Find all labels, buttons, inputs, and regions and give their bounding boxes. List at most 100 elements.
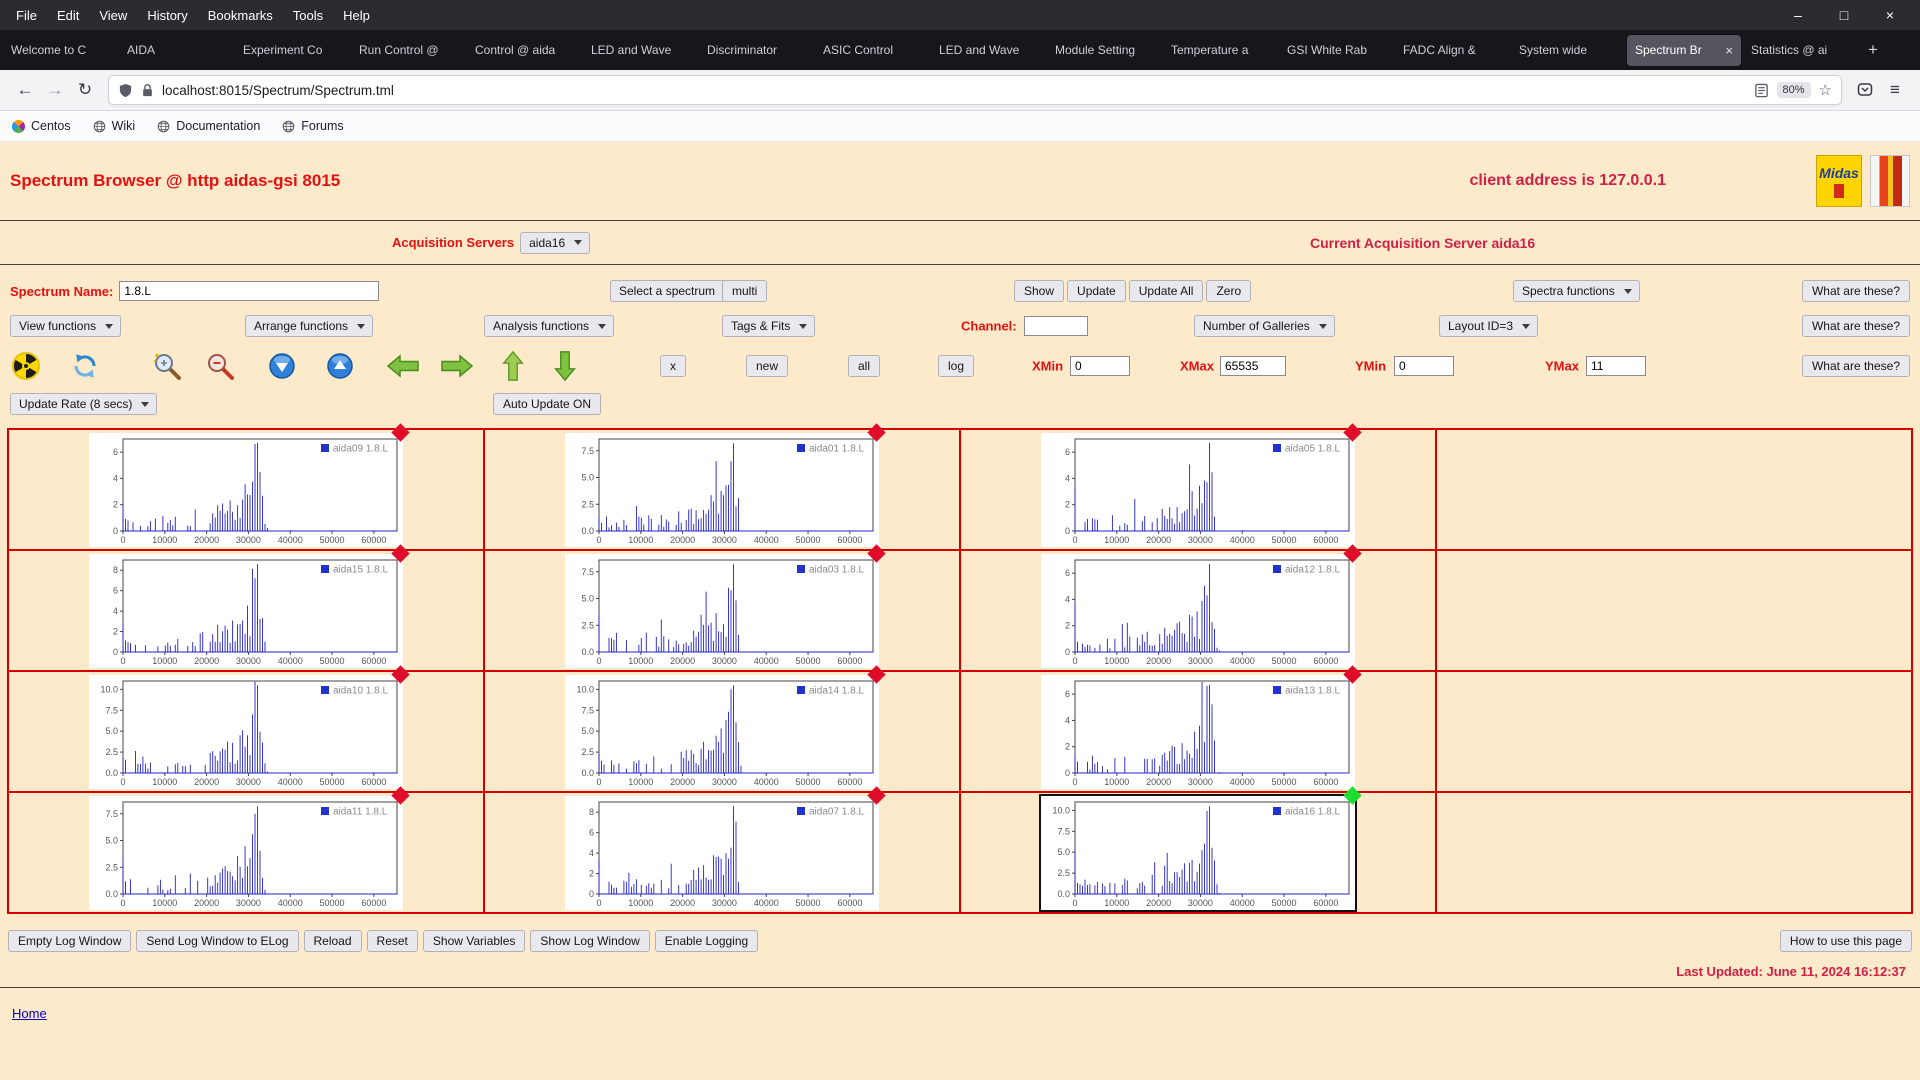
back-button[interactable]: ← xyxy=(10,75,40,105)
menu-icon[interactable]: ≡ xyxy=(1880,75,1910,105)
log-button[interactable]: log xyxy=(938,355,975,377)
spectrum-plot[interactable]: 10.0 7.5 5.0 2.5 0.00 10000 20000 30000 40000 500… xyxy=(89,674,403,789)
arrow-left-icon[interactable] xyxy=(386,353,420,379)
channel-input[interactable] xyxy=(1024,316,1088,336)
spectrum-plot[interactable]: 10.0 7.5 5.0 2.5 0.00 10000 20000 30000 40000 500… xyxy=(1041,795,1355,910)
gallery-cell[interactable]: 6 4 2 0 0 10000 20000 30000 40000 50000 60000 aida1… xyxy=(960,543,1436,671)
chart-aida16[interactable]: 10.0 7.5 5.0 2.5 0.0 0 10000 20000 30000 40000 500… xyxy=(1039,785,1362,912)
gallery-cell[interactable]: 7.5 5.0 2.5 0.0 0 10000 20000 30000 40000 50000 60… xyxy=(8,785,484,913)
send-log-window-to-elog-button[interactable]: Send Log Window to ELog xyxy=(136,930,299,952)
gallery-cell[interactable]: 6 4 2 0 0 10000 20000 30000 40000 50000 60000 aida0… xyxy=(8,422,484,550)
bookmark-documentation[interactable]: Documentation xyxy=(157,119,260,133)
xmin-input[interactable] xyxy=(1070,356,1130,376)
spectrum-plot[interactable]: 7.5 5.0 2.5 0.00 10000 20000 30000 40000 50000 60… xyxy=(565,432,879,547)
compress-y-icon[interactable] xyxy=(326,352,354,380)
new-tab-button[interactable]: + xyxy=(1858,35,1888,65)
spectrum-plot[interactable]: 8 6 4 2 00 10000 20000 30000 40000 50000 60000 aida… xyxy=(89,553,403,668)
gallery-cell[interactable]: 10.0 7.5 5.0 2.5 0.0 0 10000 20000 30000 40000 500… xyxy=(960,785,1436,913)
tab-system-wide[interactable]: System wide xyxy=(1511,35,1625,66)
ymax-input[interactable] xyxy=(1586,356,1646,376)
tab-aida[interactable]: AIDA xyxy=(119,35,233,66)
arrange-functions-dropdown[interactable]: Arrange functions xyxy=(245,315,374,337)
gallery-cell[interactable]: 7.5 5.0 2.5 0.0 0 10000 20000 30000 40000 50000 60… xyxy=(484,543,960,671)
tab-run-control[interactable]: Run Control @ xyxy=(351,35,465,66)
what-are-these-button[interactable]: What are these? xyxy=(1801,280,1910,302)
what-are-these-button[interactable]: What are these? xyxy=(1801,355,1910,377)
all-button[interactable]: all xyxy=(848,355,881,377)
tab-spectrum-br[interactable]: Spectrum Br × xyxy=(1627,34,1741,66)
menu-bookmarks[interactable]: Bookmarks xyxy=(198,4,283,27)
ymin-input[interactable] xyxy=(1394,356,1454,376)
spectrum-plot[interactable]: 6 4 2 00 10000 20000 30000 40000 50000 60000 aida1… xyxy=(1041,674,1355,789)
what-are-these-button[interactable]: What are these? xyxy=(1801,315,1910,337)
chart-aida15[interactable]: 8 6 4 2 0 0 10000 20000 30000 40000 50000 60000 aida… xyxy=(89,543,410,668)
tracking-protection-icon[interactable] xyxy=(118,83,133,98)
minimize-icon[interactable]: – xyxy=(1790,7,1806,23)
maximize-icon[interactable]: □ xyxy=(1836,7,1852,23)
zoom-level-badge[interactable]: 80% xyxy=(1776,82,1811,98)
tab-module-setting[interactable]: Module Setting xyxy=(1047,35,1161,66)
spectrum-plot[interactable]: 6 4 2 00 10000 20000 30000 40000 50000 60000 aida1… xyxy=(1041,553,1355,668)
bookmark-centos[interactable]: Centos xyxy=(9,116,71,136)
chart-aida05[interactable]: 6 4 2 0 0 10000 20000 30000 40000 50000 60000 aida0… xyxy=(1041,422,1362,547)
tags-fits-dropdown[interactable]: Tags & Fits xyxy=(722,315,816,337)
reload-button[interactable]: ↻ xyxy=(70,75,100,105)
chart-aida13[interactable]: 6 4 2 0 0 10000 20000 30000 40000 50000 60000 aida1… xyxy=(1041,664,1362,789)
chart-aida14[interactable]: 10.0 7.5 5.0 2.5 0.0 0 10000 20000 30000 40000 500… xyxy=(565,664,886,789)
show-log-window-button[interactable]: Show Log Window xyxy=(530,930,650,952)
reset-button[interactable]: Reset xyxy=(366,930,418,952)
spectrum-plot[interactable]: 10.0 7.5 5.0 2.5 0.00 10000 20000 30000 40000 500… xyxy=(565,674,879,789)
chart-aida11[interactable]: 7.5 5.0 2.5 0.0 0 10000 20000 30000 40000 50000 60… xyxy=(89,785,410,910)
arrow-right-icon[interactable] xyxy=(440,353,474,379)
arrow-up-icon[interactable] xyxy=(500,350,526,382)
tab-fadc-align[interactable]: FADC Align & xyxy=(1395,35,1509,66)
menu-view[interactable]: View xyxy=(89,4,137,27)
menu-history[interactable]: History xyxy=(137,4,197,27)
gallery-cell[interactable]: 6 4 2 0 0 10000 20000 30000 40000 50000 60000 aida0… xyxy=(960,422,1436,550)
tab-close-icon[interactable]: × xyxy=(1725,43,1733,58)
auto-update-button[interactable]: Auto Update ON xyxy=(493,393,602,415)
update-rate-dropdown[interactable]: Update Rate (8 secs) xyxy=(10,393,158,415)
zoom-out-icon[interactable] xyxy=(205,351,235,381)
empty-log-window-button[interactable]: Empty Log Window xyxy=(8,930,132,952)
multi-button[interactable]: multi xyxy=(722,280,768,302)
chart-aida01[interactable]: 7.5 5.0 2.5 0.0 0 10000 20000 30000 40000 50000 60… xyxy=(565,422,886,547)
zero-button[interactable]: Zero xyxy=(1206,280,1252,302)
close-icon[interactable]: × xyxy=(1882,7,1898,23)
reload-button[interactable]: Reload xyxy=(303,930,362,952)
tab-led-and-wave[interactable]: LED and Wave xyxy=(583,35,697,66)
menu-edit[interactable]: Edit xyxy=(47,4,89,27)
tab-led-and-wave[interactable]: LED and Wave xyxy=(931,35,1045,66)
update-all-button[interactable]: Update All xyxy=(1128,280,1204,302)
chart-aida10[interactable]: 10.0 7.5 5.0 2.5 0.0 0 10000 20000 30000 40000 500… xyxy=(89,664,410,789)
menu-file[interactable]: File xyxy=(6,4,47,27)
gallery-cell[interactable]: 7.5 5.0 2.5 0.0 0 10000 20000 30000 40000 50000 60… xyxy=(484,422,960,550)
reader-mode-icon[interactable] xyxy=(1754,83,1769,98)
show-variables-button[interactable]: Show Variables xyxy=(422,930,526,952)
url-text[interactable]: localhost:8015/Spectrum/Spectrum.tml xyxy=(162,83,1746,98)
analysis-functions-dropdown[interactable]: Analysis functions xyxy=(484,315,615,337)
xmax-input[interactable] xyxy=(1220,356,1286,376)
spectrum-plot[interactable]: 8 6 4 2 00 10000 20000 30000 40000 50000 60000 aida… xyxy=(565,795,879,910)
chart-aida12[interactable]: 6 4 2 0 0 10000 20000 30000 40000 50000 60000 aida1… xyxy=(1041,543,1362,668)
new-button[interactable]: new xyxy=(746,355,789,377)
tab-control-aida[interactable]: Control @ aida xyxy=(467,35,581,66)
gallery-cell[interactable]: 8 6 4 2 0 0 10000 20000 30000 40000 50000 60000 aida… xyxy=(484,785,960,913)
tab-discriminator[interactable]: Discriminator xyxy=(699,35,813,66)
chart-aida03[interactable]: 7.5 5.0 2.5 0.0 0 10000 20000 30000 40000 50000 60… xyxy=(565,543,886,668)
tab-gsi-white-rab[interactable]: GSI White Rab xyxy=(1279,35,1393,66)
bookmark-forums[interactable]: Forums xyxy=(282,119,344,133)
expand-y-icon[interactable] xyxy=(268,352,296,380)
spectrum-plot[interactable]: 6 4 2 00 10000 20000 30000 40000 50000 60000 aida0… xyxy=(1041,432,1355,547)
enable-logging-button[interactable]: Enable Logging xyxy=(654,930,759,952)
arrow-down-icon[interactable] xyxy=(552,350,578,382)
bookmark-wiki[interactable]: Wiki xyxy=(93,119,135,133)
menu-tools[interactable]: Tools xyxy=(283,4,333,27)
select-a-spectrum-dropdown[interactable]: Select a spectrum xyxy=(610,280,741,302)
number-of-galleries-dropdown[interactable]: Number of Galleries xyxy=(1194,315,1335,337)
gallery-cell[interactable]: 6 4 2 0 0 10000 20000 30000 40000 50000 60000 aida1… xyxy=(960,664,1436,792)
spectrum-plot[interactable]: 7.5 5.0 2.5 0.00 10000 20000 30000 40000 50000 60… xyxy=(89,795,403,910)
radiation-icon[interactable] xyxy=(12,352,40,380)
site-security-icon[interactable] xyxy=(141,83,154,97)
tab-experiment-co[interactable]: Experiment Co xyxy=(235,35,349,66)
